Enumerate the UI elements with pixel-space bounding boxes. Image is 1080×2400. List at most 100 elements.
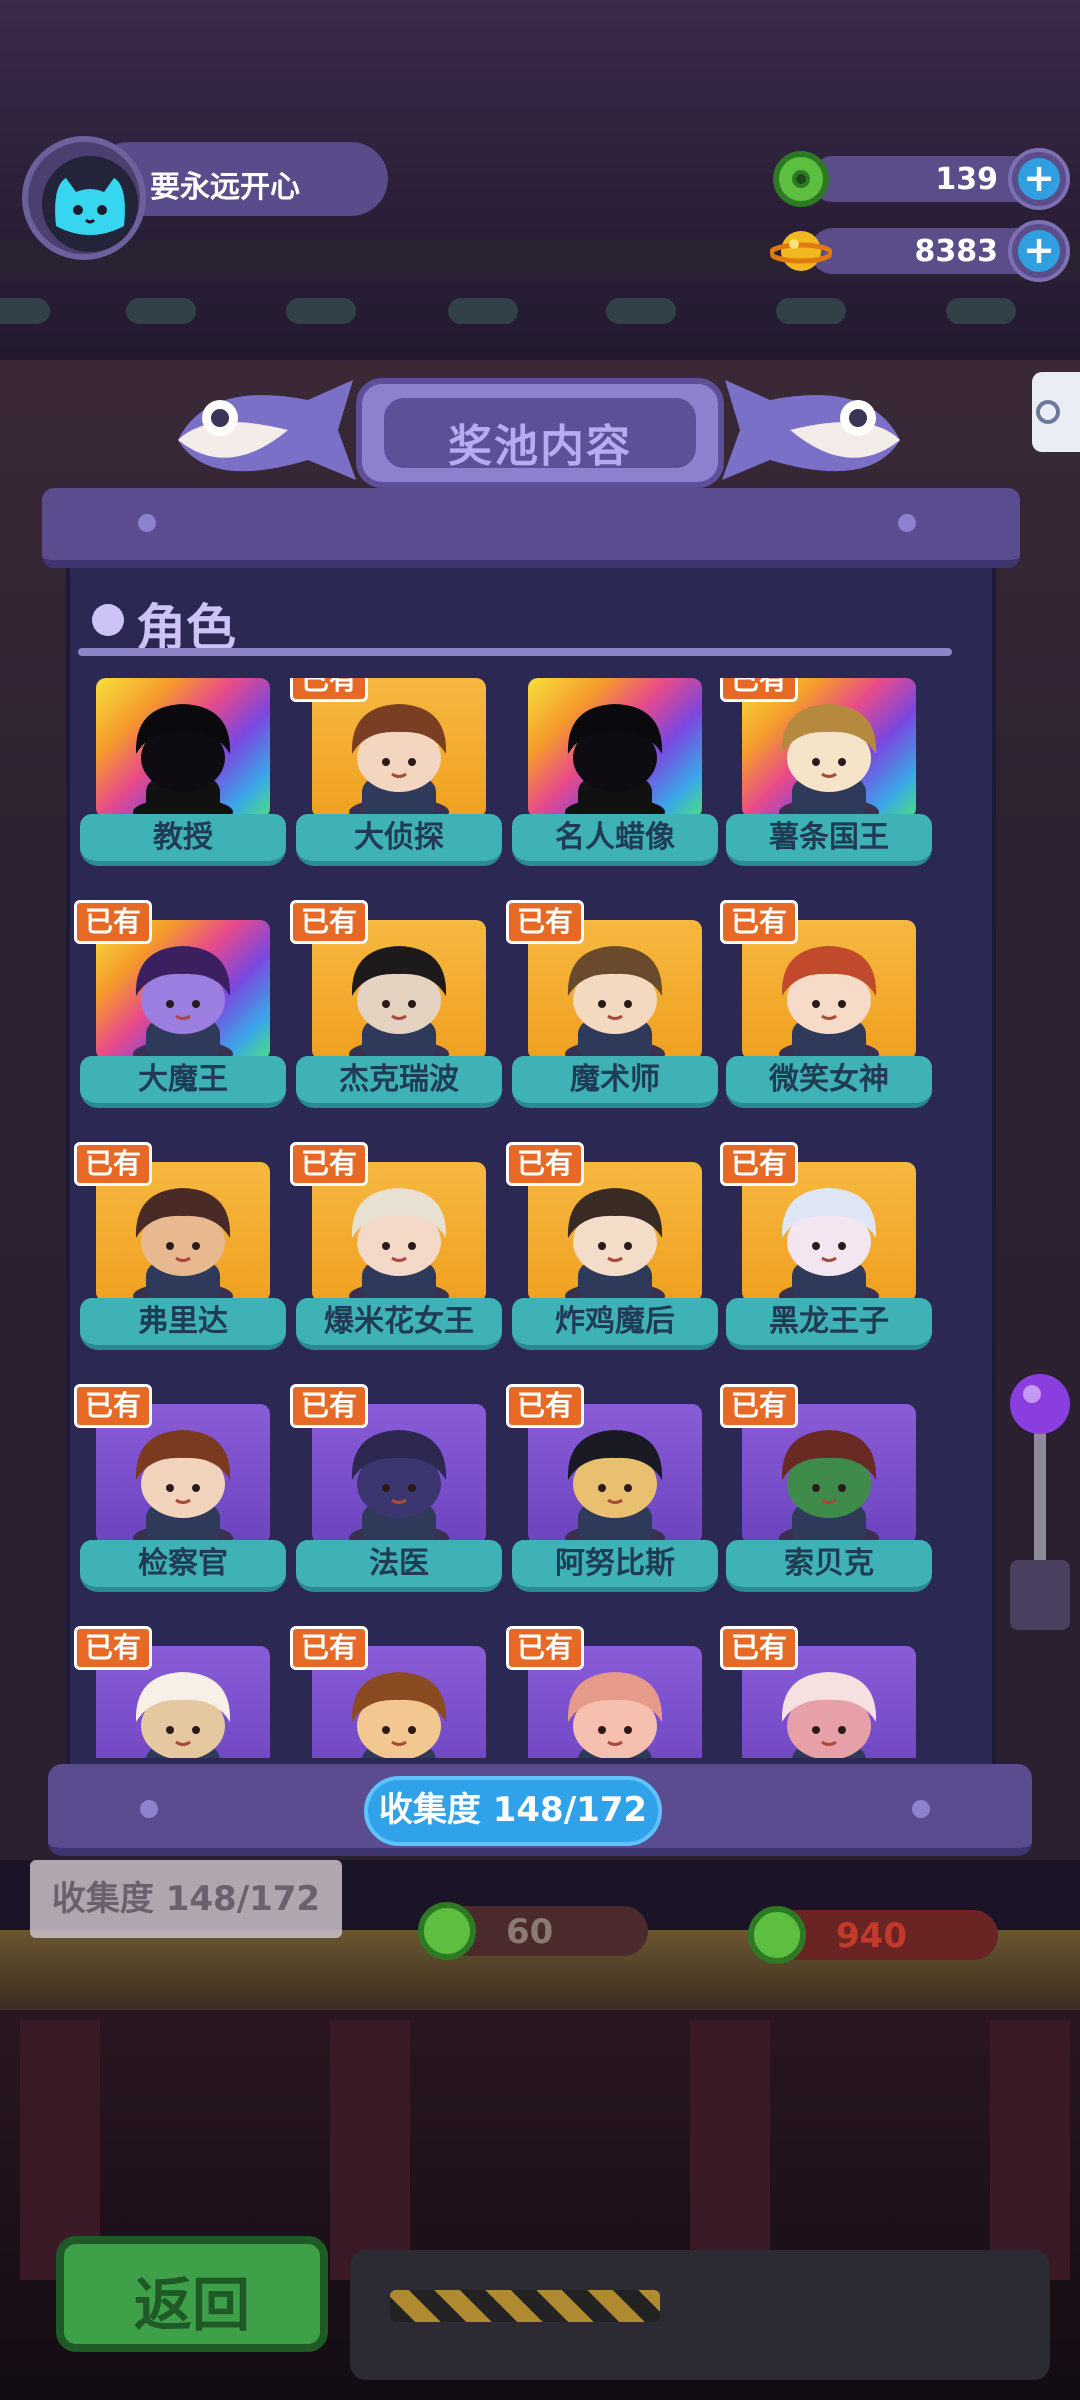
cat-face-icon: [42, 156, 138, 252]
add-donut-button[interactable]: +: [1008, 148, 1070, 210]
pillar: [330, 2020, 410, 2280]
character-card[interactable]: 杰克瑞波 已有: [290, 900, 506, 1120]
pillar: [690, 2020, 770, 2280]
character-card[interactable]: 教授: [80, 678, 290, 878]
currency-planet: 8383 +: [770, 220, 1070, 282]
character-card[interactable]: 魔术师 已有: [506, 900, 722, 1120]
marquee-light: [946, 298, 1016, 324]
character-portrait-icon: [349, 704, 449, 820]
owned-badge: 已有: [290, 900, 368, 944]
section-bullet: [92, 604, 124, 636]
hazard-stripe: [390, 2290, 660, 2322]
title-plate: 奖池内容: [384, 398, 696, 472]
character-card[interactable]: 炸鸡魔后 已有: [506, 1142, 722, 1362]
donut-coin-icon: [748, 1906, 806, 1964]
back-button-label: 返回: [133, 2271, 250, 2339]
add-planet-button[interactable]: +: [1008, 220, 1070, 282]
price-value: 60: [506, 1912, 554, 1952]
character-name: 魔术师: [512, 1056, 718, 1108]
character-portrait-icon: [567, 1672, 663, 1758]
owned-badge: 已有: [720, 1384, 798, 1428]
owned-badge: 已有: [74, 1626, 152, 1670]
character-portrait-icon: [781, 1672, 877, 1758]
character-card[interactable]: 薯条国王 已有: [720, 678, 936, 878]
character-name: 杰克瑞波: [296, 1056, 502, 1108]
owned-badge: 已有: [506, 900, 584, 944]
character-card[interactable]: 已有: [290, 1626, 506, 1758]
character-card[interactable]: 索贝克 已有: [720, 1384, 936, 1604]
owned-badge: 已有: [506, 1384, 584, 1428]
character-grid[interactable]: 教授 大侦探 已有 名人蜡像 薯条国王 已有 大魔王 已有 杰克瑞波 已有 魔术师 已有 微笑女神 已有弗…: [70, 678, 1000, 1758]
character-card[interactable]: 大侦探 已有: [290, 678, 506, 878]
character-portrait-icon: [779, 1188, 879, 1304]
prize-pool-panel[interactable]: 角色 教授 大侦探 已有 名人蜡像 薯条国王 已有 大魔王 已有 杰克瑞波 已有 魔术师 已有 微笑女神…: [66, 568, 996, 1768]
rivet: [138, 514, 156, 532]
rivet: [912, 1800, 930, 1818]
owned-badge: 已有: [74, 900, 152, 944]
fish-decoration-icon: [178, 380, 356, 480]
lever-icon[interactable]: [1004, 1370, 1074, 1630]
character-name: 弗里达: [80, 1298, 286, 1350]
owned-badge: 已有: [720, 1626, 798, 1670]
collection-progress: 收集度 148/172: [364, 1776, 662, 1846]
character-name: 爆米花女王: [296, 1298, 502, 1350]
character-card[interactable]: 已有: [506, 1626, 722, 1758]
avatar-frame[interactable]: [22, 136, 146, 260]
character-card[interactable]: 黑龙王子 已有: [720, 1142, 936, 1362]
marquee-light: [448, 298, 518, 324]
character-portrait-icon: [135, 1672, 231, 1758]
character-portrait-icon: [349, 946, 449, 1062]
character-name: 黑龙王子: [726, 1298, 932, 1350]
character-card[interactable]: 已有: [74, 1626, 290, 1758]
character-portrait-icon: [351, 1672, 447, 1758]
owned-badge: 已有: [720, 678, 798, 702]
donut-coin-icon: [773, 151, 829, 207]
owned-badge: 已有: [506, 1626, 584, 1670]
character-name: 名人蜡像: [512, 814, 718, 866]
price-tag: 940: [748, 1906, 998, 1964]
marquee-light: [126, 298, 196, 324]
character-name: 微笑女神: [726, 1056, 932, 1108]
marquee-light: [776, 298, 846, 324]
title-banner: 奖池内容: [356, 378, 724, 488]
owned-badge: 已有: [74, 1142, 152, 1186]
section-divider: [78, 648, 952, 656]
rivet: [140, 1800, 158, 1818]
currency-donut: 139 +: [770, 148, 1070, 210]
character-card[interactable]: 已有: [720, 1626, 936, 1758]
character-portrait-icon: [133, 704, 233, 820]
character-card[interactable]: 法医 已有: [290, 1384, 506, 1604]
side-tab-icon[interactable]: [1028, 372, 1080, 452]
character-card[interactable]: 弗里达 已有: [74, 1142, 290, 1362]
character-portrait-icon: [565, 1430, 665, 1546]
character-portrait-icon: [565, 704, 665, 820]
character-card[interactable]: 检察官 已有: [74, 1384, 290, 1604]
owned-badge: 已有: [720, 900, 798, 944]
avatar[interactable]: [42, 156, 138, 252]
character-portrait-icon: [779, 704, 879, 820]
owned-badge: 已有: [720, 1142, 798, 1186]
owned-badge: 已有: [290, 1384, 368, 1428]
character-card[interactable]: 微笑女神 已有: [720, 900, 936, 1120]
username: 要永远开心: [150, 170, 300, 205]
character-card[interactable]: 大魔王 已有: [74, 900, 290, 1120]
character-card[interactable]: 阿努比斯 已有: [506, 1384, 722, 1604]
fish-decoration-icon: [722, 380, 900, 480]
marquee-light: [0, 298, 50, 324]
rivet: [898, 514, 916, 532]
back-button[interactable]: 返回: [56, 2236, 328, 2352]
character-name: 索贝克: [726, 1540, 932, 1592]
character-portrait-icon: [133, 1430, 233, 1546]
owned-badge: 已有: [74, 1384, 152, 1428]
character-portrait-icon: [779, 1430, 879, 1546]
character-portrait-icon: [779, 946, 879, 1062]
character-portrait-icon: [565, 1188, 665, 1304]
owned-badge: 已有: [290, 678, 368, 702]
page-title: 奖池内容: [448, 421, 632, 472]
profile-bar[interactable]: 要永远开心: [22, 136, 390, 260]
character-card[interactable]: 爆米花女王 已有: [290, 1142, 506, 1362]
character-card[interactable]: 名人蜡像: [512, 678, 722, 878]
character-name: 检察官: [80, 1540, 286, 1592]
character-portrait-icon: [349, 1430, 449, 1546]
character-portrait-icon: [133, 946, 233, 1062]
